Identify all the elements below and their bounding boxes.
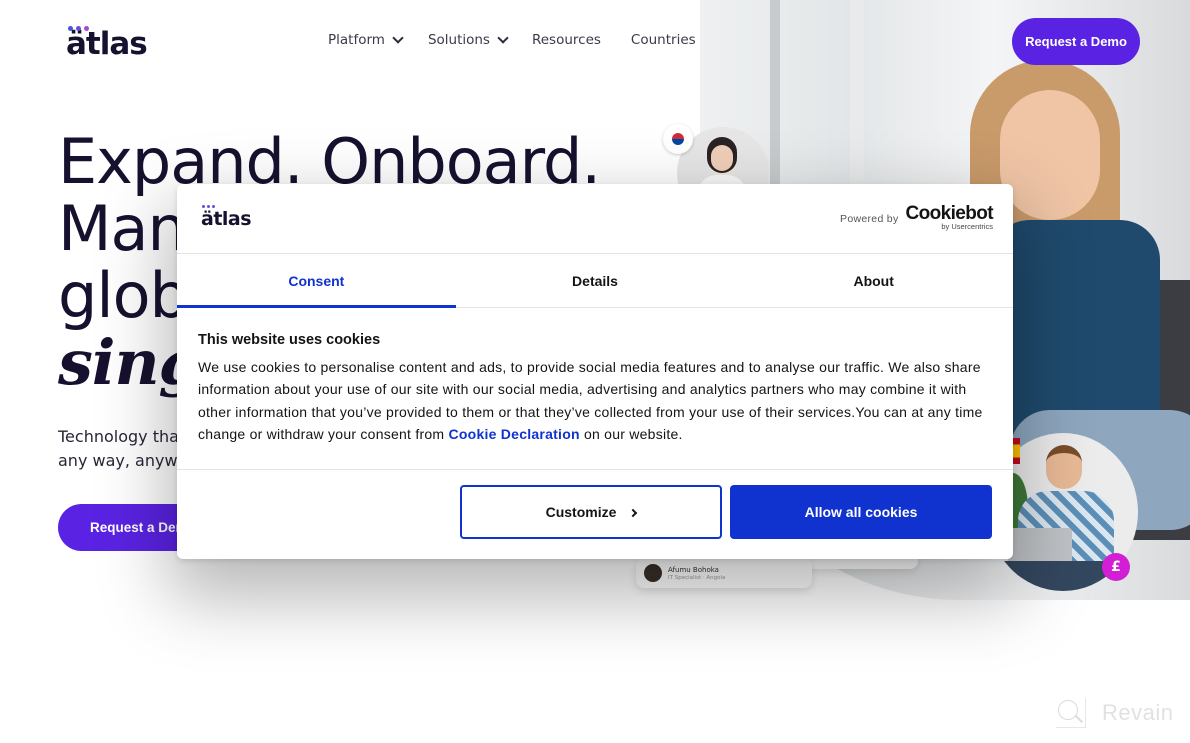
cookiebot-sub: by Usercentrics [941, 222, 993, 231]
customize-button[interactable]: Customize [460, 485, 722, 539]
nav-item-countries[interactable]: Countries [631, 32, 696, 48]
revain-magnifier-icon [1056, 698, 1086, 728]
dialog-logo: ätlas [201, 205, 252, 230]
nav-item-resources[interactable]: Resources [532, 32, 601, 48]
chevron-right-icon [629, 508, 638, 517]
pound-currency-icon: £ [1102, 553, 1130, 581]
employee-name: Afumu Bohoka [668, 565, 719, 574]
request-demo-button-header[interactable]: Request a Demo [1012, 18, 1140, 65]
dialog-title: This website uses cookies [198, 332, 381, 348]
nav-item-platform[interactable]: Platform [328, 32, 404, 48]
nav-item-label: Countries [630, 32, 696, 48]
tab-details[interactable]: Details [456, 254, 735, 307]
logo-dots-icon [202, 205, 215, 208]
chevron-down-icon [497, 32, 509, 44]
dialog-text: We use cookies to personalise content an… [198, 356, 992, 446]
nav-item-label: Resources [531, 32, 601, 48]
dialog-logo-text: ätlas [201, 208, 252, 230]
logo-dots-icon [68, 26, 89, 31]
dialog-header: ätlas Powered by Cookiebot by Usercentri… [177, 184, 1013, 254]
employee-role: IT Specialist · Angola [668, 574, 726, 581]
powered-by-cookiebot[interactable]: Powered by Cookiebot by Usercentrics [840, 204, 994, 231]
logo-text: ätlas [66, 26, 148, 62]
powered-by-label: Powered by [840, 213, 899, 225]
cookie-declaration-link[interactable]: Cookie Declaration [448, 426, 579, 442]
avatar [644, 564, 662, 582]
dialog-footer: Customize Allow all cookies [177, 470, 1013, 558]
cookiebot-logo: Cookiebot by Usercentrics [906, 204, 994, 231]
dialog-text-after: on our website. [579, 426, 683, 443]
employee-card: Afumu Bohoka IT Specialist · Angola [636, 558, 812, 588]
dialog-tabs: Consent Details About [177, 254, 1013, 308]
cookiebot-name: Cookiebot [905, 203, 994, 224]
cookie-consent-dialog: ätlas Powered by Cookiebot by Usercentri… [177, 184, 1013, 559]
atlas-logo[interactable]: ätlas [66, 24, 148, 62]
tab-consent[interactable]: Consent [177, 254, 456, 308]
south-korea-flag-icon [663, 124, 693, 154]
dialog-body: This website uses cookies We use cookies… [177, 308, 1013, 470]
revain-label: Revain [1102, 700, 1174, 725]
customize-label: Customize [545, 504, 617, 520]
chevron-down-icon [392, 32, 404, 44]
tab-about[interactable]: About [734, 254, 1013, 307]
nav-item-label: Platform [328, 32, 385, 48]
nav-item-solutions[interactable]: Solutions [427, 32, 509, 48]
revain-watermark: Revain [1056, 698, 1173, 728]
allow-all-cookies-button[interactable]: Allow all cookies [730, 485, 992, 539]
nav-item-label: Solutions [427, 32, 490, 48]
